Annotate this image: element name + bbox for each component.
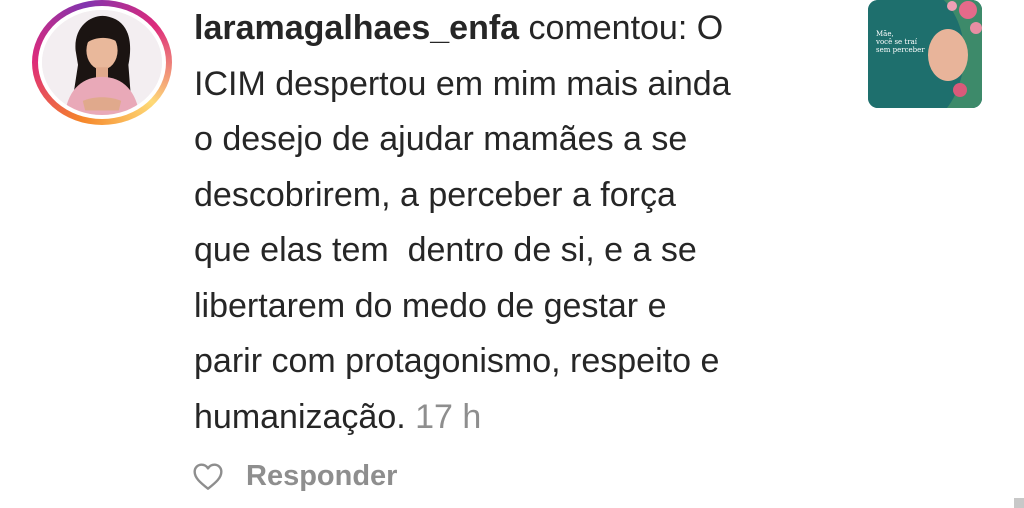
avatar-story-ring[interactable] [32,0,172,125]
comment-line: humanização. [194,397,406,436]
comment-line: libertarem do medo de gestar e [194,286,667,325]
comment-verb: comentou: O [519,9,724,47]
comment-line: parir com protagonismo, respeito e [194,342,720,380]
thumbnail-caption-1: Mãe, [876,30,894,38]
post-thumbnail-image: Mãe, você se traí sem perceber [868,0,982,108]
thumbnail-caption-2: você se traí [875,38,918,46]
comment-line: ICIM despertou em mim mais ainda [194,64,731,103]
comment-line: o desejo de ajudar mamães a se [194,120,688,158]
post-thumbnail[interactable]: Mãe, você se traí sem perceber [868,0,982,108]
username-link[interactable]: laramagalhaes_enfa [194,9,519,47]
comment-text: laramagalhaes_enfa comentou: O ICIM desp… [194,0,794,445]
comment-actions: Responder [192,456,397,496]
comment-line: descobrirem, a perceber a força [194,175,676,214]
avatar[interactable] [42,10,162,115]
avatar-photo-icon [42,10,162,115]
scroll-indicator [1014,498,1024,508]
heart-icon[interactable] [192,461,224,491]
comment-line: que elas tem dentro de si, e a se [194,231,697,269]
reply-button[interactable]: Responder [246,460,397,493]
comment-timestamp: 17 h [415,397,482,436]
comment-last-line: humanização. 17 h [194,390,794,446]
thumbnail-caption-3: sem perceber [876,46,925,54]
comment-first-line: laramagalhaes_enfa comentou: O [194,1,794,57]
